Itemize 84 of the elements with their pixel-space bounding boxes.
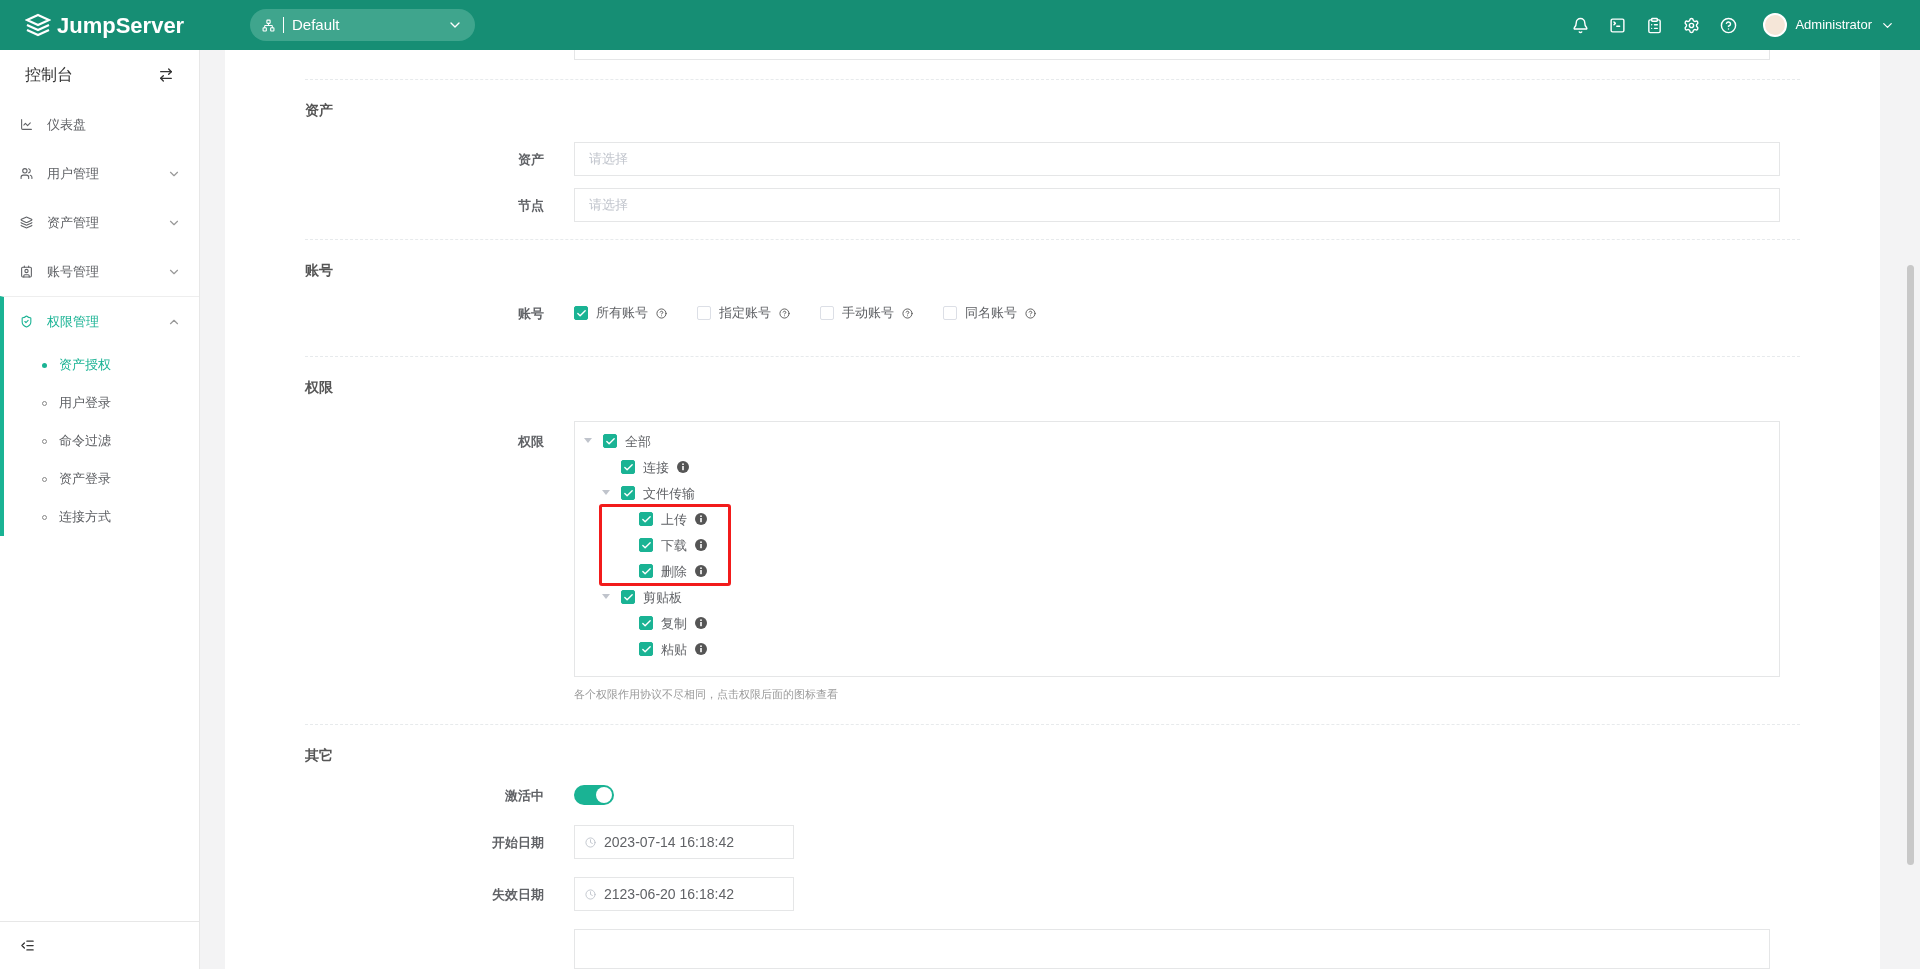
info-icon[interactable] (695, 513, 707, 526)
caret-icon[interactable] (602, 490, 610, 497)
org-icon (262, 18, 275, 32)
tree-node-label[interactable]: 下载 (661, 535, 687, 556)
nav-icon (20, 216, 33, 229)
section-title: 资产 (305, 101, 333, 118)
help-icon[interactable] (656, 307, 667, 319)
checkbox-label[interactable]: 所有账号 (596, 303, 648, 323)
tree-node-label[interactable]: 复制 (661, 613, 687, 634)
avatar (1763, 13, 1788, 37)
info-icon[interactable] (695, 565, 707, 578)
clock-icon (585, 888, 596, 900)
clipboard-icon[interactable] (1646, 16, 1664, 34)
help-icon[interactable] (779, 307, 790, 319)
checkbox[interactable] (639, 512, 653, 527)
tree-node-label[interactable]: 粘贴 (661, 639, 687, 660)
checkbox[interactable] (639, 616, 653, 631)
clock-icon (585, 836, 596, 848)
nav-subitem[interactable]: 命令过滤 (4, 422, 199, 460)
field-label: 账号 (518, 306, 544, 322)
caret-icon[interactable] (602, 594, 610, 601)
help-icon[interactable] (902, 307, 913, 319)
checkbox[interactable] (639, 642, 653, 657)
caret-icon[interactable] (584, 438, 592, 445)
nav-icon (20, 167, 33, 180)
nav-subitem[interactable]: 资产登录 (4, 460, 199, 498)
terminal-icon[interactable] (1609, 16, 1627, 34)
section-title: 权限 (305, 379, 333, 396)
checkbox-label[interactable]: 同名账号 (965, 303, 1017, 323)
field-label: 失效日期 (492, 887, 544, 902)
field-label: 权限 (518, 434, 544, 450)
nav-icon (20, 265, 33, 278)
nav-subitem[interactable]: 连接方式 (4, 498, 199, 536)
nav-item[interactable]: 账号管理 (4, 247, 199, 296)
select-field[interactable]: 请选择 (574, 187, 1780, 222)
nav-icon (20, 118, 33, 131)
tree-node-label[interactable]: 文件传输 (643, 483, 695, 504)
scrollbar[interactable] (1906, 265, 1914, 865)
settings-icon[interactable] (1683, 16, 1701, 34)
field-label: 开始日期 (492, 835, 544, 850)
checkbox[interactable] (574, 306, 588, 321)
logo-text: JumpServer (57, 11, 185, 40)
info-icon[interactable] (695, 643, 707, 656)
input-field[interactable] (574, 50, 1770, 60)
hint-text: 各个权限作用协议不尽相同，点击权限后面的图标查看 (574, 688, 838, 701)
tree-node-label[interactable]: 删除 (661, 561, 687, 582)
tree-node-label[interactable]: 上传 (661, 509, 687, 530)
checkbox[interactable] (621, 590, 635, 605)
field-label: 激活中 (505, 788, 544, 803)
sidebar-title: 控制台 (25, 65, 73, 85)
checkbox[interactable] (639, 538, 653, 553)
toggle-switch[interactable] (574, 785, 614, 805)
section-title: 其它 (305, 747, 333, 763)
nav-item[interactable]: 资产管理 (4, 198, 199, 247)
checkbox-label[interactable]: 手动账号 (842, 303, 894, 323)
notification-icon[interactable] (1572, 16, 1590, 34)
tree-node-label[interactable]: 连接 (643, 457, 669, 478)
input-field[interactable] (574, 929, 1770, 969)
field-label: 资产 (518, 151, 544, 167)
checkbox-label[interactable]: 指定账号 (719, 303, 771, 323)
tree-node-label[interactable]: 全部 (625, 431, 651, 452)
field-label: 节点 (518, 197, 544, 213)
checkbox[interactable] (621, 486, 635, 501)
help-icon[interactable] (1025, 307, 1036, 319)
info-icon[interactable] (677, 461, 689, 474)
logo-icon (25, 13, 51, 37)
bullet-icon (42, 362, 47, 368)
date-field[interactable]: 2123-06-20 16:18:42 (574, 877, 794, 911)
nav-icon (20, 315, 33, 328)
nav-item[interactable]: 用户管理 (4, 149, 199, 198)
date-field[interactable]: 2023-07-14 16:18:42 (574, 825, 794, 859)
checkbox[interactable] (639, 564, 653, 579)
info-icon[interactable] (695, 617, 707, 630)
nav-item[interactable]: 仪表盘 (4, 100, 199, 149)
nav-subitem[interactable]: 用户登录 (4, 384, 199, 422)
collapse-icon[interactable] (20, 938, 35, 953)
checkbox[interactable] (621, 460, 635, 475)
user-menu[interactable]: Administrator (1763, 13, 1895, 37)
tree-node-label[interactable]: 剪贴板 (643, 587, 682, 608)
checkbox[interactable] (603, 434, 617, 449)
section-title: 账号 (305, 261, 333, 278)
select-field[interactable]: 请选择 (574, 141, 1780, 176)
info-icon[interactable] (695, 539, 707, 552)
switch-icon[interactable] (158, 67, 174, 83)
